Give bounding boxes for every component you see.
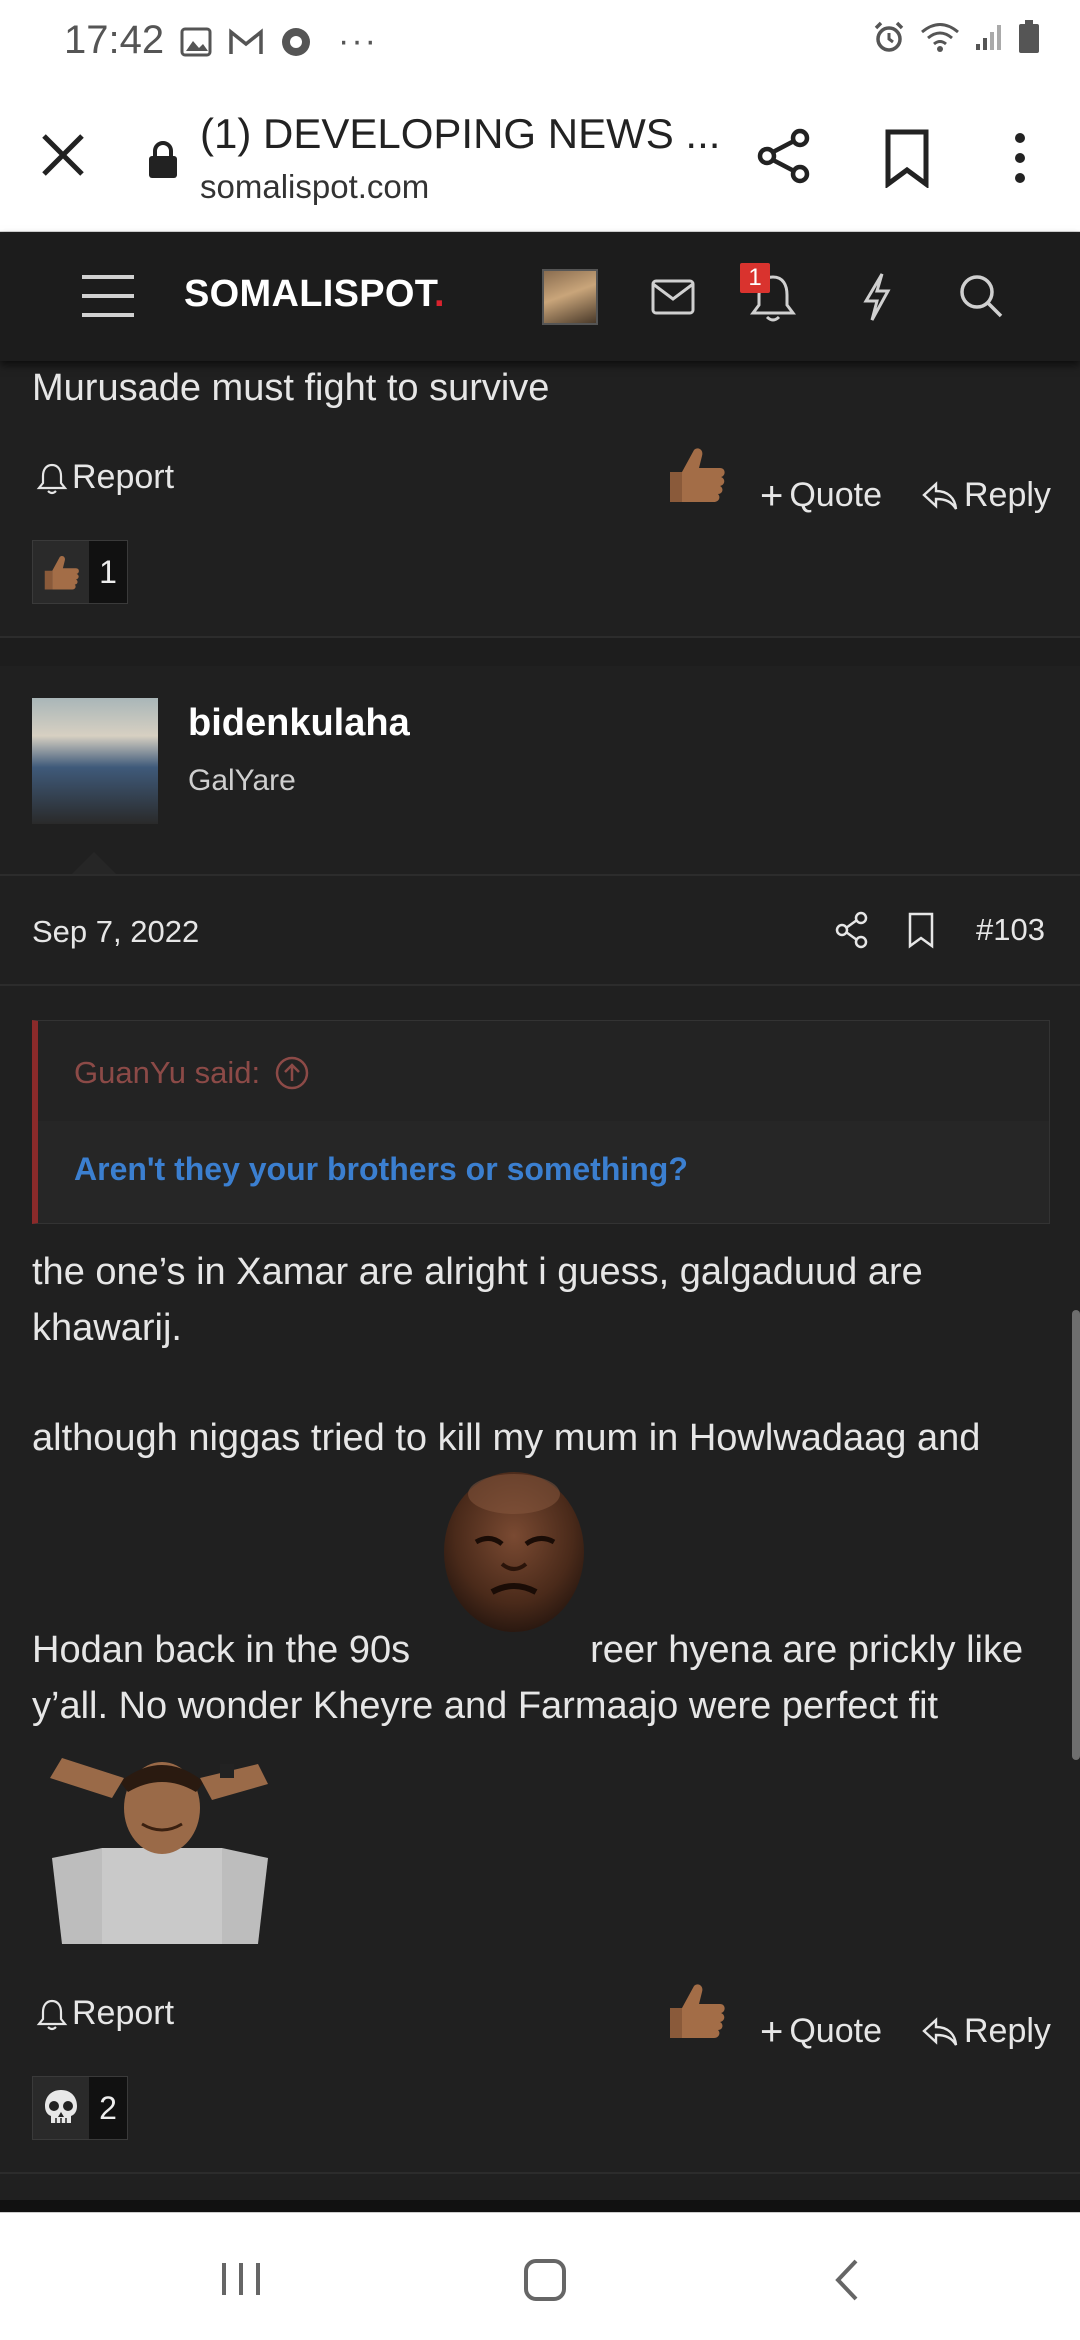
menu-icon[interactable] bbox=[80, 273, 136, 319]
gmail-icon bbox=[229, 27, 263, 54]
reply-label: Reply bbox=[964, 2012, 1051, 2050]
page-bottom-edge bbox=[0, 2200, 1080, 2212]
quote-text[interactable]: Aren't they your brothers or something? bbox=[74, 1151, 688, 1188]
bell-outline-icon bbox=[36, 463, 68, 494]
lightning-icon[interactable] bbox=[860, 271, 894, 323]
status-system-icons bbox=[872, 20, 1040, 54]
page-url[interactable]: somalispot.com bbox=[200, 168, 429, 206]
site-logo-dot: . bbox=[434, 273, 445, 315]
lock-icon[interactable] bbox=[146, 140, 180, 180]
plus-icon: + bbox=[760, 473, 784, 518]
user-block-arrow bbox=[72, 852, 116, 874]
post-divider bbox=[0, 2172, 1080, 2174]
reaction-count: 1 bbox=[89, 541, 127, 603]
chrome-icon bbox=[282, 27, 310, 56]
reaction-summary[interactable]: 1 bbox=[32, 540, 128, 604]
post-paragraph: the one’s in Xamar are alright i guess, … bbox=[32, 1251, 923, 1349]
reply-button[interactable]: Reply bbox=[922, 476, 1051, 515]
bookmark-post-icon[interactable] bbox=[906, 910, 936, 950]
quote-author-label: GuanYu said: bbox=[74, 1055, 261, 1090]
reply-icon bbox=[922, 480, 958, 510]
post-author-name[interactable]: bidenkulaha bbox=[188, 702, 410, 745]
status-bar: 17:42 ··· bbox=[0, 0, 1080, 84]
site-logo-text: SOMALISPOT bbox=[184, 273, 435, 315]
quote-label: Quote bbox=[789, 476, 882, 514]
post-line: y’all. No wonder Kheyre and Farmaajo wer… bbox=[32, 1685, 939, 1727]
skull-icon bbox=[45, 2090, 77, 2123]
reaction-summary[interactable]: 2 bbox=[32, 2076, 128, 2140]
reaction-icon-cell bbox=[33, 2077, 89, 2139]
recent-apps-icon[interactable] bbox=[218, 2259, 264, 2299]
bookmark-icon[interactable] bbox=[880, 128, 934, 188]
share-icon[interactable] bbox=[754, 126, 814, 186]
post-line-start: Hodan back in the 90s bbox=[32, 1629, 411, 1671]
more-vertical-icon[interactable] bbox=[1000, 128, 1040, 188]
gallery-icon bbox=[180, 27, 212, 56]
status-time: 17:42 bbox=[64, 18, 165, 62]
post-gap bbox=[0, 638, 1080, 666]
share-post-icon[interactable] bbox=[834, 910, 870, 950]
signal-icon bbox=[976, 25, 1001, 50]
quote-block: GuanYu said: Aren't they your brothers o… bbox=[32, 1020, 1050, 1224]
report-label: Report bbox=[72, 458, 175, 496]
crying-face-meme-image bbox=[444, 1472, 584, 1632]
report-label: Report bbox=[72, 1994, 175, 2032]
post-date[interactable]: Sep 7, 2022 bbox=[32, 914, 199, 950]
site-logo[interactable]: SOMALISPOT. bbox=[184, 273, 445, 316]
mail-icon[interactable] bbox=[650, 277, 696, 317]
post-paragraph: although niggas tried to kill my mum in … bbox=[32, 1417, 981, 1459]
system-navigation-bar bbox=[0, 2212, 1080, 2340]
alarm-icon bbox=[874, 21, 904, 52]
site-header: SOMALISPOT. 1 bbox=[0, 233, 1080, 361]
back-icon[interactable] bbox=[832, 2255, 862, 2305]
reply-label: Reply bbox=[964, 476, 1051, 514]
previous-post-body: Murusade must fight to survive bbox=[32, 367, 550, 409]
report-button[interactable]: Report bbox=[36, 1994, 174, 2033]
battery-icon bbox=[1019, 20, 1039, 53]
page-title[interactable]: (1) DEVELOPING NEWS ... bbox=[200, 110, 720, 158]
browser-toolbar: (1) DEVELOPING NEWS ... somalispot.com bbox=[0, 84, 1080, 232]
quote-header: GuanYu said: bbox=[38, 1021, 1049, 1121]
reaction-count: 2 bbox=[89, 2077, 127, 2139]
report-button[interactable]: Report bbox=[36, 458, 174, 497]
reaction-icon-cell bbox=[33, 541, 89, 603]
post-line: Hodan back in the 90s reer hyena are pric… bbox=[32, 1622, 1052, 1678]
wifi-icon bbox=[921, 23, 959, 52]
bell-outline-icon bbox=[36, 1999, 68, 2030]
reply-button[interactable]: Reply bbox=[922, 2012, 1051, 2051]
quote-button[interactable]: + Quote bbox=[760, 2009, 882, 2054]
more-notifications-icon: ··· bbox=[338, 22, 378, 60]
home-icon[interactable] bbox=[522, 2257, 568, 2303]
arrow-up-circle-icon[interactable] bbox=[274, 1055, 310, 1091]
search-icon[interactable] bbox=[958, 273, 1004, 319]
post-author-title: GalYare bbox=[188, 764, 296, 797]
quote-author[interactable]: GuanYu said: bbox=[74, 1055, 310, 1091]
close-icon[interactable] bbox=[36, 128, 90, 182]
post-line-end: reer hyena are prickly like bbox=[590, 1629, 1024, 1671]
scrollbar-thumb[interactable] bbox=[1072, 1310, 1080, 1760]
like-thumb-icon[interactable] bbox=[664, 1978, 728, 2042]
user-avatar[interactable] bbox=[542, 269, 598, 325]
user-block-divider bbox=[0, 874, 1080, 876]
post-number[interactable]: #103 bbox=[976, 912, 1045, 948]
quote-button[interactable]: + Quote bbox=[760, 473, 882, 518]
quote-label: Quote bbox=[789, 2012, 882, 2050]
reply-icon bbox=[922, 2016, 958, 2046]
post-header-divider bbox=[0, 984, 1080, 986]
post-author-avatar[interactable] bbox=[32, 698, 158, 824]
notification-badge: 1 bbox=[740, 263, 770, 293]
like-thumb-icon[interactable] bbox=[664, 442, 728, 506]
post-paragraph-block: Hodan back in the 90s reer hyena are pric… bbox=[32, 1622, 1052, 1734]
plus-icon: + bbox=[760, 2009, 784, 2054]
status-notification-icons: ··· bbox=[180, 22, 378, 61]
thumbs-up-icon bbox=[44, 555, 79, 590]
stressed-man-meme-image bbox=[50, 1758, 268, 1944]
